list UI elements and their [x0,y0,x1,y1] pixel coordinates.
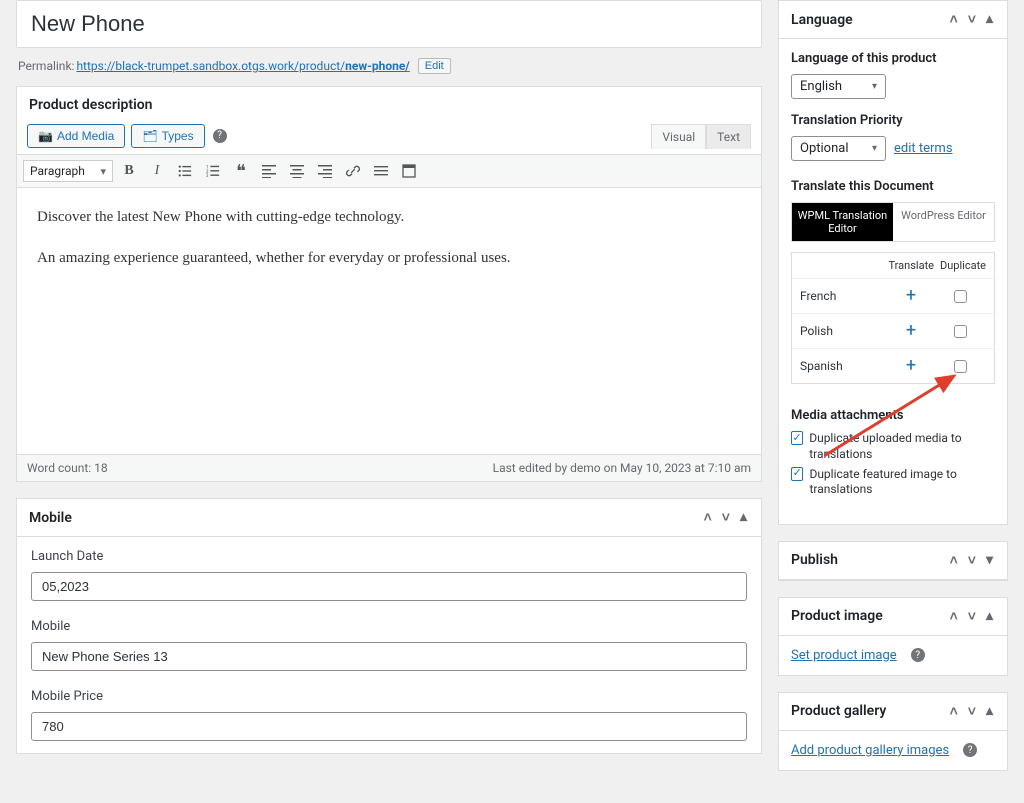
set-product-image-link[interactable]: Set product image [791,648,897,663]
bullet-list-button[interactable] [173,159,197,183]
types-button[interactable]: 🗂 Types [131,124,204,148]
toggle-icon[interactable]: ▴ [984,11,995,28]
product-gallery-panel: Product gallery ˄ ˅ ▴ Add product galler… [778,692,1008,771]
more-button[interactable] [369,159,393,183]
tab-visual[interactable]: Visual [651,124,706,149]
editor-content[interactable]: Discover the latest New Phone with cutti… [17,188,761,454]
mobile-price-input[interactable] [31,712,747,741]
duplicate-media-checkbox[interactable]: ✓ [791,431,803,445]
product-description-box: Product description 📷 Add Media 🗂 Types … [16,86,762,482]
language-header: Language [791,12,853,28]
duplicate-media-label: Duplicate uploaded media to translations [809,431,995,462]
translation-table: Translate Duplicate French + Polish + [791,252,995,384]
duplicate-checkbox[interactable] [954,360,967,373]
permalink-base[interactable]: https://black-trumpet.sandbox.otgs.work/… [76,59,409,73]
duplicate-featured-checkbox[interactable]: ✓ [791,467,803,481]
publish-header: Publish [791,552,838,568]
tab-text[interactable]: Text [706,124,751,149]
toggle-icon[interactable]: ▴ [984,608,995,625]
format-select[interactable]: Paragraph▾ [23,160,113,182]
svg-text:3: 3 [206,174,209,178]
translation-row: French + [792,278,994,313]
chevron-down-icon[interactable]: ˅ [720,509,732,526]
permalink-edit-button[interactable]: Edit [418,58,451,74]
help-icon[interactable]: ? [911,648,925,662]
chevron-down-icon[interactable]: ˅ [966,703,978,720]
duplicate-checkbox[interactable] [954,290,967,303]
post-title-input[interactable] [17,1,761,47]
align-right-button[interactable] [313,159,337,183]
align-center-button[interactable] [285,159,309,183]
help-icon[interactable]: ? [963,743,977,757]
mobile-header: Mobile [29,510,72,526]
mobile-label: Mobile [31,619,747,634]
lang-of-product-label: Language of this product [791,51,995,66]
chevron-up-icon[interactable]: ˄ [948,552,960,569]
toggle-icon[interactable]: ▾ [984,552,995,569]
product-gallery-header: Product gallery [791,703,886,719]
mobile-panel: Mobile ˄ ˅ ▴ Launch Date Mobile Mobile P… [16,498,762,754]
wordpress-editor-option[interactable]: WordPress Editor [893,203,994,241]
translation-priority-label: Translation Priority [791,113,995,128]
calendar-icon: 🗂 [142,129,157,143]
chevron-down-icon[interactable]: ˅ [966,11,978,28]
toggle-icon[interactable]: ▴ [738,509,749,526]
quote-button[interactable]: ❝ [229,159,253,183]
duplicate-featured-label: Duplicate featured image to translations [809,467,995,498]
translate-doc-label: Translate this Document [791,179,995,194]
word-count: Word count: 18 [27,461,108,475]
product-image-panel: Product image ˄ ˅ ▴ Set product image ? [778,597,1008,676]
add-translation-icon[interactable]: + [902,287,920,305]
language-select[interactable]: English [791,74,886,99]
priority-select[interactable]: Optional [791,136,886,161]
chevron-down-icon[interactable]: ˅ [966,608,978,625]
content-paragraph: Discover the latest New Phone with cutti… [37,206,741,229]
permalink-row: Permalink: https://black-trumpet.sandbox… [16,58,762,74]
media-attachments-header: Media attachments [791,408,995,423]
add-gallery-images-link[interactable]: Add product gallery images [791,743,949,758]
editor-toolbar: Paragraph▾ B I 123 ❝ [17,155,761,188]
chevron-up-icon[interactable]: ˄ [948,608,960,625]
post-title-box [16,0,762,48]
launch-date-input[interactable] [31,572,747,601]
description-header: Product description [29,97,152,113]
last-edited: Last edited by demo on May 10, 2023 at 7… [493,461,751,475]
chevron-up-icon[interactable]: ˄ [702,509,714,526]
fullscreen-button[interactable] [397,159,421,183]
lang-name: Polish [800,324,888,338]
align-left-button[interactable] [257,159,281,183]
bold-button[interactable]: B [117,159,141,183]
permalink-label: Permalink: [18,59,74,73]
help-icon[interactable]: ? [213,129,227,143]
add-media-button[interactable]: 📷 Add Media [27,124,125,148]
translation-row: Spanish + [792,348,994,383]
publish-panel: Publish ˄ ˅ ▾ [778,541,1008,581]
product-image-header: Product image [791,608,883,624]
duplicate-checkbox[interactable] [954,325,967,338]
launch-date-label: Launch Date [31,549,747,564]
toggle-icon[interactable]: ▴ [984,703,995,720]
add-translation-icon[interactable]: + [902,357,920,375]
chevron-up-icon[interactable]: ˄ [948,703,960,720]
content-paragraph: An amazing experience guaranteed, whethe… [37,247,741,270]
link-button[interactable] [341,159,365,183]
mobile-price-label: Mobile Price [31,689,747,704]
edit-terms-link[interactable]: edit terms [894,141,953,156]
italic-button[interactable]: I [145,159,169,183]
translation-row: Polish + [792,313,994,348]
col-duplicate: Duplicate [934,259,986,272]
mobile-input[interactable] [31,642,747,671]
wpml-editor-option[interactable]: WPML Translation Editor [792,203,893,241]
media-icon: 📷 [38,129,53,143]
chevron-up-icon[interactable]: ˄ [948,11,960,28]
chevron-down-icon[interactable]: ˅ [966,552,978,569]
language-panel: Language ˄ ˅ ▴ Language of this product … [778,0,1008,525]
lang-name: Spanish [800,359,888,373]
col-translate: Translate [888,259,934,272]
lang-name: French [800,289,888,303]
numbered-list-button[interactable]: 123 [201,159,225,183]
add-translation-icon[interactable]: + [902,322,920,340]
